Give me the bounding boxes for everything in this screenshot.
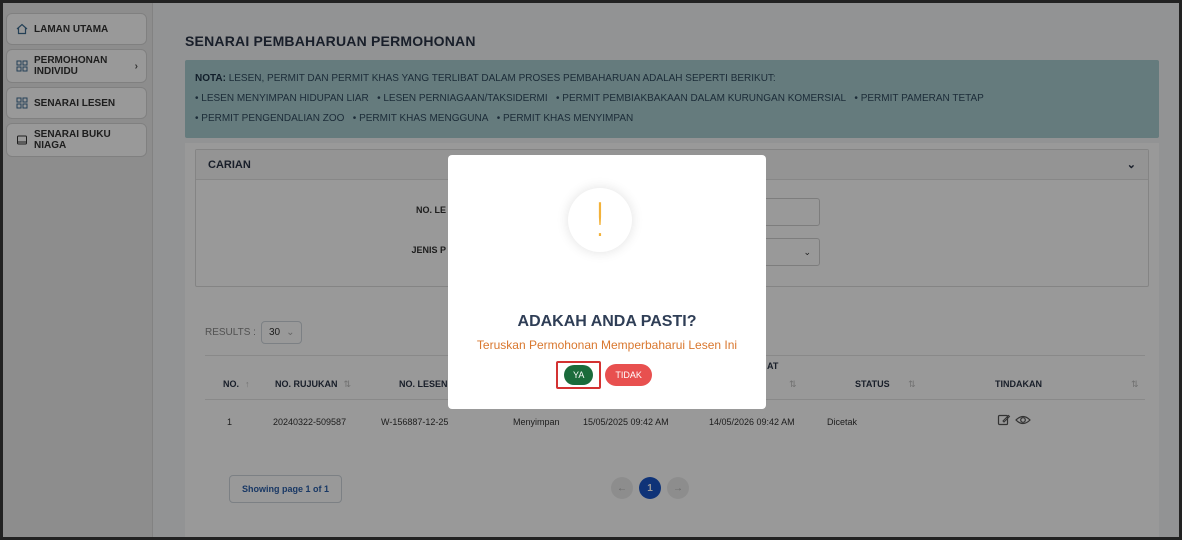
warning-mark: !	[590, 193, 610, 247]
dialog-message: Teruskan Permohonan Memperbaharui Lesen …	[476, 338, 738, 352]
confirm-dialog: ! ADAKAH ANDA PASTI? Teruskan Permohonan…	[448, 155, 766, 409]
no-button[interactable]: TIDAK	[605, 364, 652, 386]
yes-button[interactable]: YA	[564, 365, 594, 385]
app-window: LAMAN UTAMA PERMOHONAN INDIVIDU › SENARA…	[0, 0, 1182, 540]
yes-button-highlight: YA	[556, 361, 602, 389]
warning-icon: !	[568, 188, 632, 252]
dialog-title: ADAKAH ANDA PASTI?	[517, 313, 697, 330]
dialog-buttons: YA TIDAK	[556, 361, 652, 389]
